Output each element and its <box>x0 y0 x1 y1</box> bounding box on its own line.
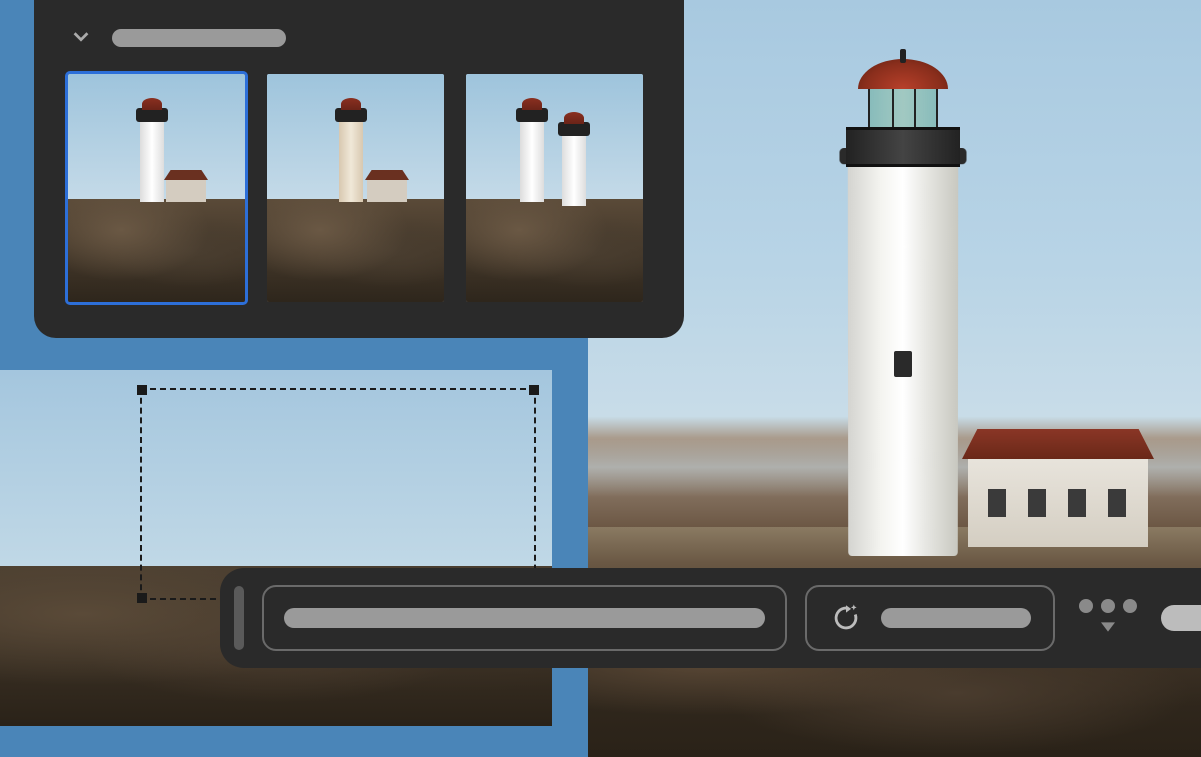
variation-thumbnails <box>68 74 650 302</box>
chevron-down-icon <box>70 25 92 52</box>
ellipsis-icon <box>1079 599 1137 613</box>
selection-handle-top-left[interactable] <box>137 385 147 395</box>
lighthouse-window-decoration <box>894 351 912 377</box>
variation-thumbnail-3[interactable] <box>466 74 643 302</box>
variations-panel-header <box>68 20 650 56</box>
variation-thumbnail-1[interactable] <box>68 74 245 302</box>
toolbar-drag-handle[interactable] <box>234 586 244 650</box>
generate-button[interactable] <box>805 585 1055 651</box>
working-canvas[interactable] <box>0 370 552 726</box>
panel-title <box>112 29 286 47</box>
toolbar-overflow-pill[interactable] <box>1161 605 1201 631</box>
prompt-placeholder-text <box>284 608 765 628</box>
lighthouse-top-decoration <box>846 77 960 167</box>
prompt-toolbar <box>220 568 1201 668</box>
selection-handle-bottom-left[interactable] <box>137 593 147 603</box>
caret-down-icon <box>1101 619 1115 637</box>
variations-panel <box>34 0 684 338</box>
selection-handle-top-right[interactable] <box>529 385 539 395</box>
prompt-input[interactable] <box>262 585 787 651</box>
more-options-button[interactable] <box>1073 599 1143 637</box>
generate-button-label <box>881 608 1031 628</box>
collapse-toggle[interactable] <box>68 25 94 51</box>
house-decoration <box>968 457 1148 547</box>
sparkle-refresh-icon <box>829 601 863 635</box>
variation-thumbnail-2[interactable] <box>267 74 444 302</box>
